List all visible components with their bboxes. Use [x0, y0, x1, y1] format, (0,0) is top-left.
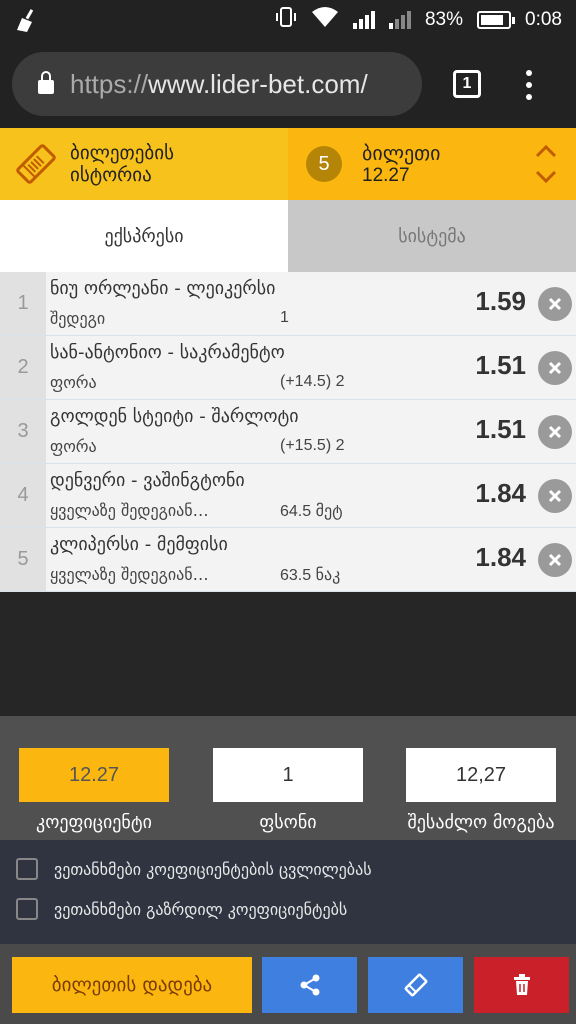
battery-icon [477, 11, 516, 29]
ticket-header: ბილეთების ისტორია 5 ბილეთი 12.27 [0, 128, 576, 200]
action-bar: ბილეთის დადება [0, 944, 576, 1024]
bet-odds: 1.51 [475, 350, 526, 380]
list-item: 3 გოლდენ სტეიტი - შარლოტი ფორა (+15.5) 2… [0, 400, 576, 464]
place-bet-button[interactable]: ბილეთის დადება [12, 957, 252, 1013]
remove-bet-icon[interactable] [538, 543, 572, 577]
list-item: 5 კლიპერსი - მემფისი ყველაზე შედეგიან… 6… [0, 528, 576, 592]
remove-bet-icon[interactable] [538, 415, 572, 449]
chevron-up-down-icon[interactable] [534, 142, 558, 186]
bet-match: დენვერი - ვაშინგტონი [50, 470, 245, 491]
list-item: 2 სან-ანტონიო - საკრამენტო ფორა (+14.5) … [0, 336, 576, 400]
share-icon [300, 974, 319, 996]
bet-index: 2 [0, 336, 46, 399]
ticket-history-button[interactable]: ბილეთების ისტორია [0, 128, 288, 200]
checkbox[interactable] [16, 898, 38, 920]
share-button[interactable] [262, 957, 357, 1013]
confirmations: ვეთანხმები კოეფიციენტების ცვლილებას ვეთა… [0, 840, 576, 944]
delete-button[interactable] [474, 957, 569, 1013]
history-label-line1: ბილეთების [70, 142, 174, 164]
more-menu-icon[interactable] [525, 70, 533, 100]
bet-market: ფორა [50, 437, 97, 456]
accept-odds-change-checkbox[interactable]: ვეთანხმები კოეფიციენტების ცვლილებას [16, 858, 372, 880]
status-bar: 83% 0:08 [0, 0, 576, 40]
browser-toolbar: https://www.lider-bet.com/ 1 [0, 40, 576, 128]
tab-switcher-button[interactable]: 1 [453, 70, 481, 98]
checkbox-label: ვეთანხმები გაზრდილ კოეფიციენტებს [54, 899, 348, 919]
ticket-count-badge: 5 [306, 146, 342, 182]
bet-index: 3 [0, 400, 46, 463]
bet-match: გოლდენ სტეიტი - შარლოტი [50, 406, 299, 427]
bet-type-tabs: ექსპრესი სისტემა [0, 200, 576, 272]
coefficient-value: 12.27 [19, 748, 169, 802]
ticket-button[interactable] [368, 957, 463, 1013]
lock-icon [38, 71, 54, 94]
bet-selection: 63.5 ნაკ [280, 567, 341, 584]
battery-percent: 83% [424, 9, 464, 30]
list-item: 1 ნიუ ორლეანი - ლეიკერსი შედეგი 1 1.59 [0, 272, 576, 336]
tab-express[interactable]: ექსპრესი [0, 200, 288, 272]
tab-system[interactable]: სისტემა [288, 200, 576, 272]
ticket-icon [404, 973, 427, 997]
bet-market: ყველაზე შედეგიან… [50, 565, 209, 584]
checkbox-label: ვეთანხმები კოეფიციენტების ცვლილებას [54, 859, 372, 879]
stake-label: ფსონი [259, 812, 317, 833]
wifi-icon [311, 6, 339, 34]
signal-weak-icon [388, 11, 411, 29]
broom-icon [14, 8, 40, 36]
url-bar[interactable]: https://www.lider-bet.com/ [12, 52, 422, 116]
bet-index: 4 [0, 464, 46, 527]
bet-odds: 1.51 [475, 414, 526, 444]
bet-index: 5 [0, 528, 46, 591]
list-item: 4 დენვერი - ვაშინგტონი ყველაზე შედეგიან…… [0, 464, 576, 528]
bet-list: 1 ნიუ ორლეანი - ლეიკერსი შედეგი 1 1.59 2… [0, 272, 576, 592]
remove-bet-icon[interactable] [538, 351, 572, 385]
coefficient-label: კოეფიციენტი [36, 812, 152, 833]
vibrate-icon [275, 6, 297, 34]
bet-match: სან-ანტონიო - საკრამენტო [50, 342, 285, 363]
bet-index: 1 [0, 272, 46, 335]
bet-odds: 1.84 [475, 478, 526, 508]
history-label-line2: ისტორია [70, 164, 152, 186]
possible-win-value: 12,27 [406, 748, 556, 802]
signal-icon [352, 11, 375, 29]
trash-icon [513, 974, 530, 995]
bet-selection: (+15.5) 2 [280, 437, 345, 454]
stake-input[interactable]: 1 [213, 748, 363, 802]
empty-area [0, 592, 576, 716]
remove-bet-icon[interactable] [538, 479, 572, 513]
ticket-label: ბილეთი [362, 141, 441, 165]
stake-panel: 12.27 1 12,27 კოეფიციენტი ფსონი შესაძლო … [0, 716, 576, 840]
url-protocol: https:// [70, 68, 149, 99]
bet-odds: 1.84 [475, 542, 526, 572]
bet-selection: 1 [280, 309, 289, 326]
bet-market: ფორა [50, 373, 97, 392]
url-host: www.lider-bet.com/ [148, 68, 368, 99]
bet-selection: 64.5 მეტ [280, 503, 343, 520]
checkbox[interactable] [16, 858, 38, 880]
bet-market: შედეგი [50, 309, 106, 328]
ticket-total-odds: 12.27 [362, 165, 410, 186]
bet-match: კლიპერსი - მემფისი [50, 534, 228, 555]
clock: 0:08 [525, 9, 562, 30]
bet-selection: (+14.5) 2 [280, 373, 345, 390]
bet-match: ნიუ ორლეანი - ლეიკერსი [50, 278, 276, 299]
bet-market: ყველაზე შედეგიან… [50, 501, 209, 520]
possible-win-label: შესაძლო მოგება [407, 812, 555, 833]
ticket-summary[interactable]: 5 ბილეთი 12.27 [288, 128, 576, 200]
ticket-icon [16, 144, 56, 184]
bet-odds: 1.59 [475, 286, 526, 316]
remove-bet-icon[interactable] [538, 287, 572, 321]
accept-boosted-odds-checkbox[interactable]: ვეთანხმები გაზრდილ კოეფიციენტებს [16, 898, 347, 920]
